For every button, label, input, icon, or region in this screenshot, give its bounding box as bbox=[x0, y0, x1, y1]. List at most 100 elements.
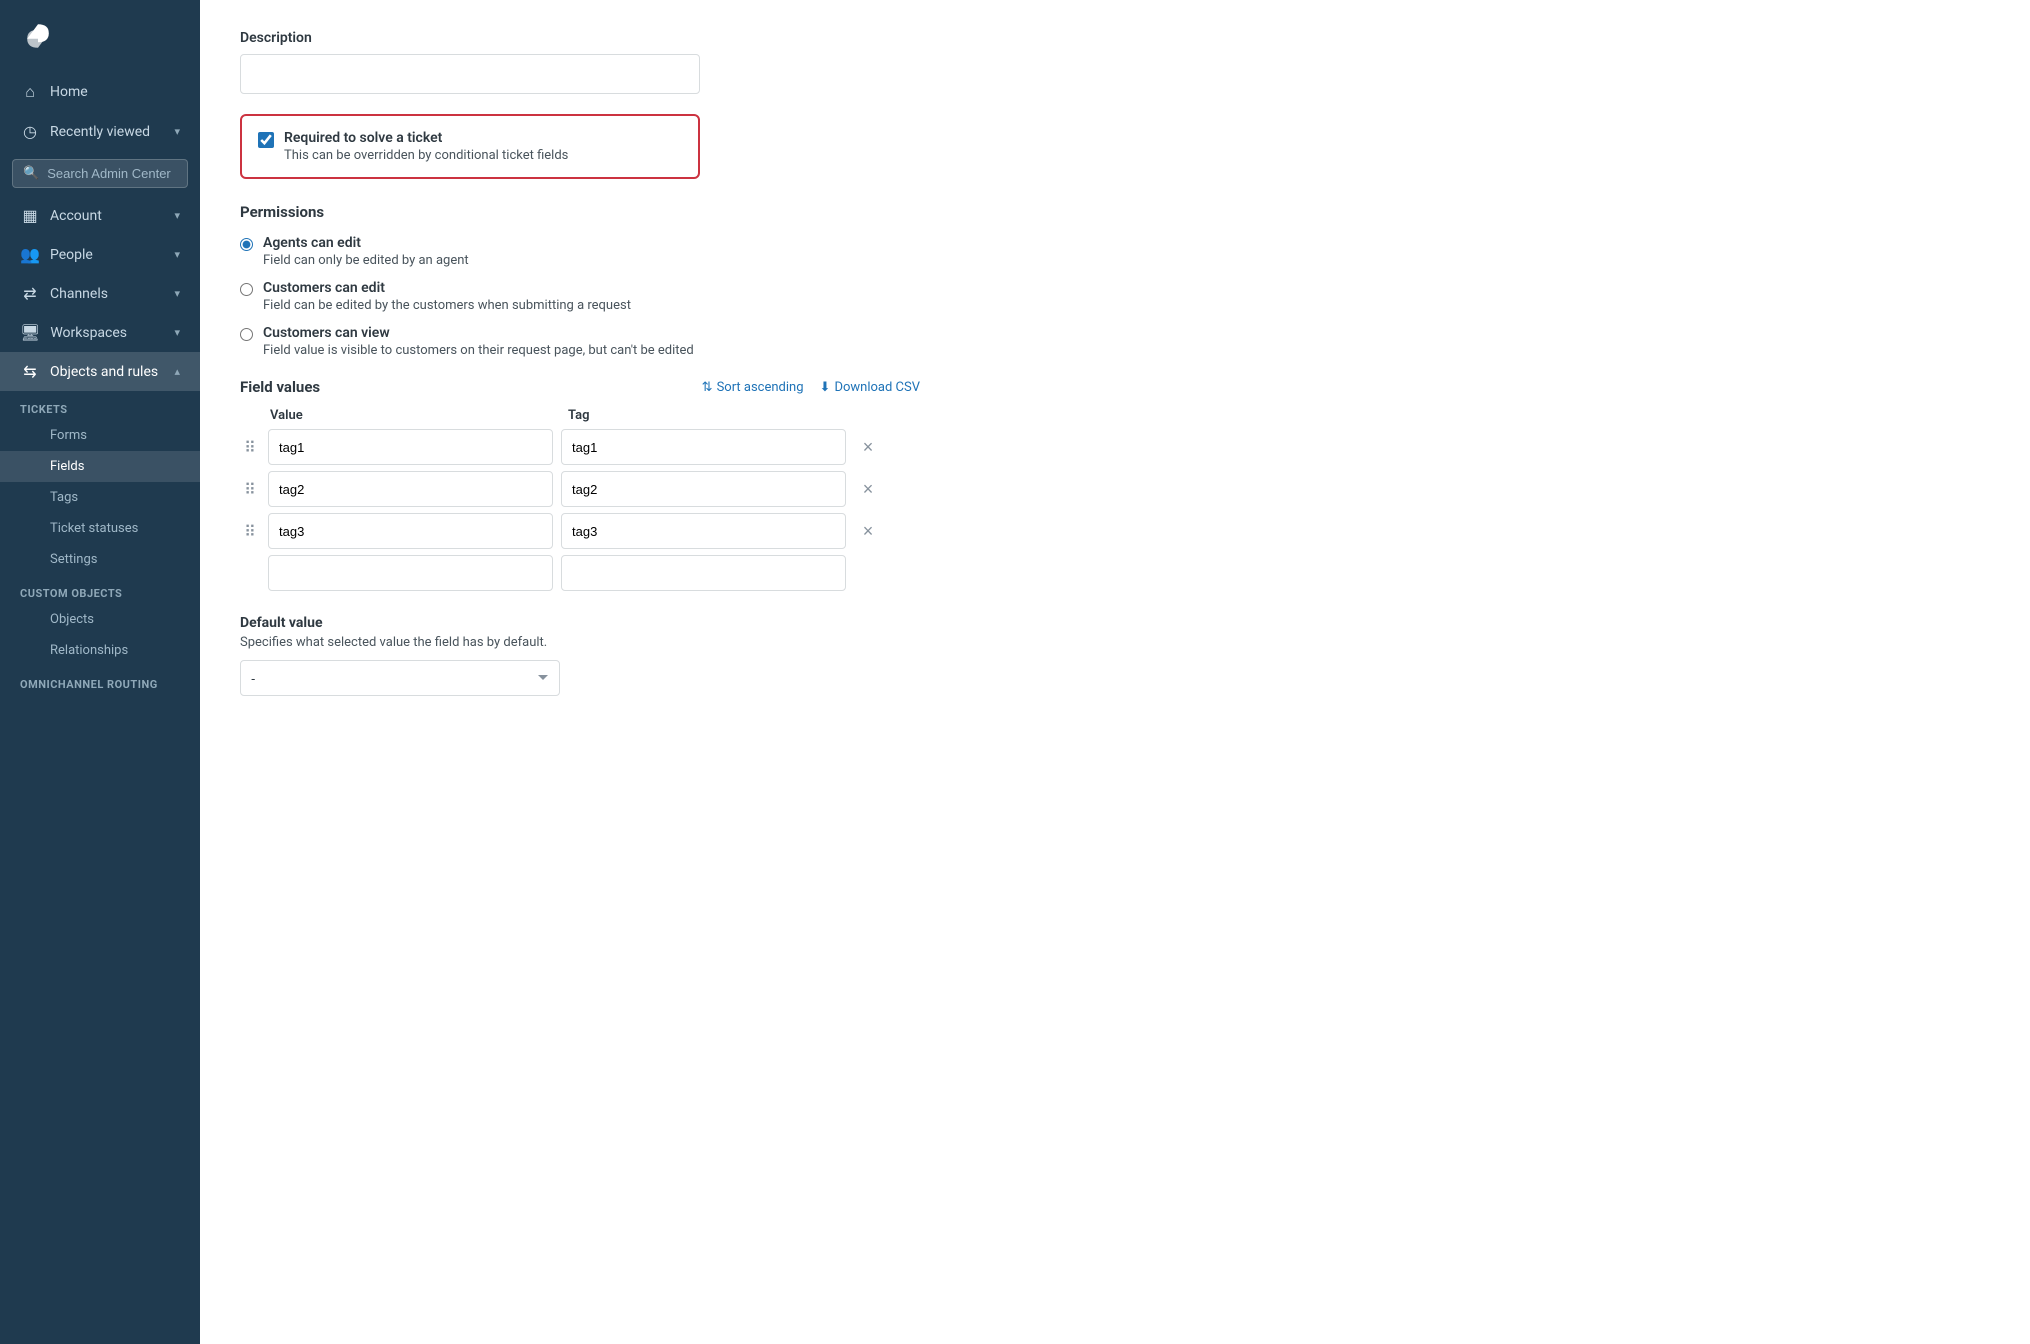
custom-objects-section-heading: Custom objects bbox=[0, 575, 200, 604]
field-value-input-4[interactable] bbox=[268, 555, 553, 591]
sidebar-item-tags[interactable]: Tags bbox=[0, 482, 200, 513]
search-icon: 🔍 bbox=[23, 166, 39, 181]
sidebar-item-objects-and-rules-label: Objects and rules bbox=[50, 364, 164, 380]
field-row-2: ⠿ × bbox=[240, 471, 920, 507]
default-value-title: Default value bbox=[240, 615, 1990, 631]
col-tag-header: Tag bbox=[568, 408, 858, 423]
required-to-solve-title: Required to solve a ticket bbox=[284, 130, 568, 146]
sort-ascending-icon: ⇅ bbox=[702, 380, 713, 395]
sidebar-item-settings[interactable]: Settings bbox=[0, 544, 200, 575]
sidebar-logo bbox=[0, 0, 200, 72]
field-row-1: ⠿ × bbox=[240, 429, 920, 465]
required-to-solve-subtitle: This can be overridden by conditional ti… bbox=[284, 148, 568, 163]
field-tag-input-3[interactable] bbox=[561, 513, 846, 549]
chevron-down-icon: ▾ bbox=[174, 209, 180, 222]
sidebar-item-recently-viewed-label: Recently viewed bbox=[50, 124, 164, 140]
chevron-up-icon: ▴ bbox=[174, 365, 180, 378]
zendesk-logo-icon bbox=[20, 18, 56, 54]
field-values-actions: ⇅ Sort ascending ⬇ Download CSV bbox=[702, 380, 920, 395]
required-to-solve-box: Required to solve a ticket This can be o… bbox=[240, 114, 700, 179]
field-value-input-1[interactable] bbox=[268, 429, 553, 465]
sort-ascending-label: Sort ascending bbox=[717, 380, 804, 395]
remove-row-3-button[interactable]: × bbox=[854, 517, 882, 545]
agents-edit-desc: Field can only be edited by an agent bbox=[263, 253, 469, 268]
sidebar-item-objects-and-rules[interactable]: ⇆ Objects and rules ▴ bbox=[0, 352, 200, 391]
field-value-input-3[interactable] bbox=[268, 513, 553, 549]
sidebar-item-account[interactable]: ▦ Account ▾ bbox=[0, 196, 200, 235]
drag-handle-1[interactable]: ⠿ bbox=[240, 438, 260, 457]
agents-edit-radio[interactable] bbox=[240, 238, 253, 251]
permission-customers-view: Customers can view Field value is visibl… bbox=[240, 325, 1990, 358]
customers-edit-radio[interactable] bbox=[240, 283, 253, 296]
sidebar-item-relationships[interactable]: Relationships bbox=[0, 635, 200, 666]
permission-agents-edit: Agents can edit Field can only be edited… bbox=[240, 235, 1990, 268]
chevron-down-icon: ▾ bbox=[174, 287, 180, 300]
sidebar-item-objects[interactable]: Objects bbox=[0, 604, 200, 635]
default-value-section: Default value Specifies what selected va… bbox=[240, 615, 1990, 696]
agents-edit-label: Agents can edit bbox=[263, 235, 469, 251]
download-icon: ⬇ bbox=[820, 380, 831, 395]
download-csv-button[interactable]: ⬇ Download CSV bbox=[820, 380, 920, 395]
permissions-title: Permissions bbox=[240, 203, 1990, 221]
field-row-4: ⠿ bbox=[240, 555, 920, 591]
tickets-section-heading: Tickets bbox=[0, 391, 200, 420]
sidebar-item-home[interactable]: ⌂ Home bbox=[0, 72, 200, 112]
default-value-select[interactable]: - tag1 tag2 tag3 bbox=[240, 660, 560, 696]
search-input[interactable] bbox=[47, 166, 200, 181]
required-to-solve-checkbox[interactable] bbox=[258, 132, 274, 148]
required-to-solve-text: Required to solve a ticket This can be o… bbox=[284, 130, 568, 163]
people-icon: 👥 bbox=[20, 245, 40, 264]
col-value-header: Value bbox=[270, 408, 560, 423]
workspaces-icon: 🖥 bbox=[20, 323, 40, 342]
customers-edit-desc: Field can be edited by the customers whe… bbox=[263, 298, 631, 313]
field-values-title: Field values bbox=[240, 378, 320, 396]
download-csv-label: Download CSV bbox=[834, 380, 920, 395]
sidebar-item-channels[interactable]: ⇄ Channels ▾ bbox=[0, 274, 200, 313]
field-row-3: ⠿ × bbox=[240, 513, 920, 549]
field-tag-input-4[interactable] bbox=[561, 555, 846, 591]
chevron-down-icon: ▾ bbox=[174, 248, 180, 261]
omnichannel-section-heading: Omnichannel routing bbox=[0, 666, 200, 695]
main-content: Description Required to solve a ticket T… bbox=[200, 0, 2030, 1344]
sidebar: ⌂ Home ◷ Recently viewed ▾ 🔍 ▦ Account ▾… bbox=[0, 0, 200, 1344]
home-icon: ⌂ bbox=[20, 82, 40, 102]
remove-row-1-button[interactable]: × bbox=[854, 433, 882, 461]
default-value-desc: Specifies what selected value the field … bbox=[240, 635, 1990, 650]
channels-icon: ⇄ bbox=[20, 284, 40, 303]
sidebar-item-ticket-statuses[interactable]: Ticket statuses bbox=[0, 513, 200, 544]
objects-rules-icon: ⇆ bbox=[20, 362, 40, 381]
field-tag-input-1[interactable] bbox=[561, 429, 846, 465]
sidebar-item-workspaces[interactable]: 🖥 Workspaces ▾ bbox=[0, 313, 200, 352]
customers-view-label: Customers can view bbox=[263, 325, 694, 341]
chevron-down-icon: ▾ bbox=[174, 326, 180, 339]
remove-row-2-button[interactable]: × bbox=[854, 475, 882, 503]
field-values-header: Field values ⇅ Sort ascending ⬇ Download… bbox=[240, 378, 920, 396]
drag-handle-2[interactable]: ⠿ bbox=[240, 480, 260, 499]
sidebar-item-home-label: Home bbox=[50, 84, 180, 100]
sidebar-item-forms[interactable]: Forms bbox=[0, 420, 200, 451]
description-group: Description bbox=[240, 30, 1990, 94]
clock-icon: ◷ bbox=[20, 122, 40, 141]
field-table-header: Value Tag bbox=[240, 408, 920, 429]
sidebar-item-workspaces-label: Workspaces bbox=[50, 325, 164, 341]
objects-rules-submenu: Tickets Forms Fields Tags Ticket statuse… bbox=[0, 391, 200, 695]
permission-customers-edit: Customers can edit Field can be edited b… bbox=[240, 280, 1990, 313]
sidebar-item-fields[interactable]: Fields bbox=[0, 451, 200, 482]
description-input[interactable] bbox=[240, 54, 700, 94]
search-admin-center[interactable]: 🔍 bbox=[12, 159, 188, 188]
account-icon: ▦ bbox=[20, 206, 40, 225]
sidebar-item-people-label: People bbox=[50, 247, 164, 263]
field-value-input-2[interactable] bbox=[268, 471, 553, 507]
customers-view-radio[interactable] bbox=[240, 328, 253, 341]
chevron-down-icon: ▾ bbox=[174, 125, 180, 138]
customers-view-desc: Field value is visible to customers on t… bbox=[263, 343, 694, 358]
field-values-section: Field values ⇅ Sort ascending ⬇ Download… bbox=[240, 378, 920, 591]
permissions-group: Permissions Agents can edit Field can on… bbox=[240, 203, 1990, 358]
field-tag-input-2[interactable] bbox=[561, 471, 846, 507]
customers-edit-label: Customers can edit bbox=[263, 280, 631, 296]
drag-handle-3[interactable]: ⠿ bbox=[240, 522, 260, 541]
description-label: Description bbox=[240, 30, 1990, 46]
sort-ascending-button[interactable]: ⇅ Sort ascending bbox=[702, 380, 804, 395]
sidebar-item-people[interactable]: 👥 People ▾ bbox=[0, 235, 200, 274]
sidebar-item-recently-viewed[interactable]: ◷ Recently viewed ▾ bbox=[0, 112, 200, 151]
